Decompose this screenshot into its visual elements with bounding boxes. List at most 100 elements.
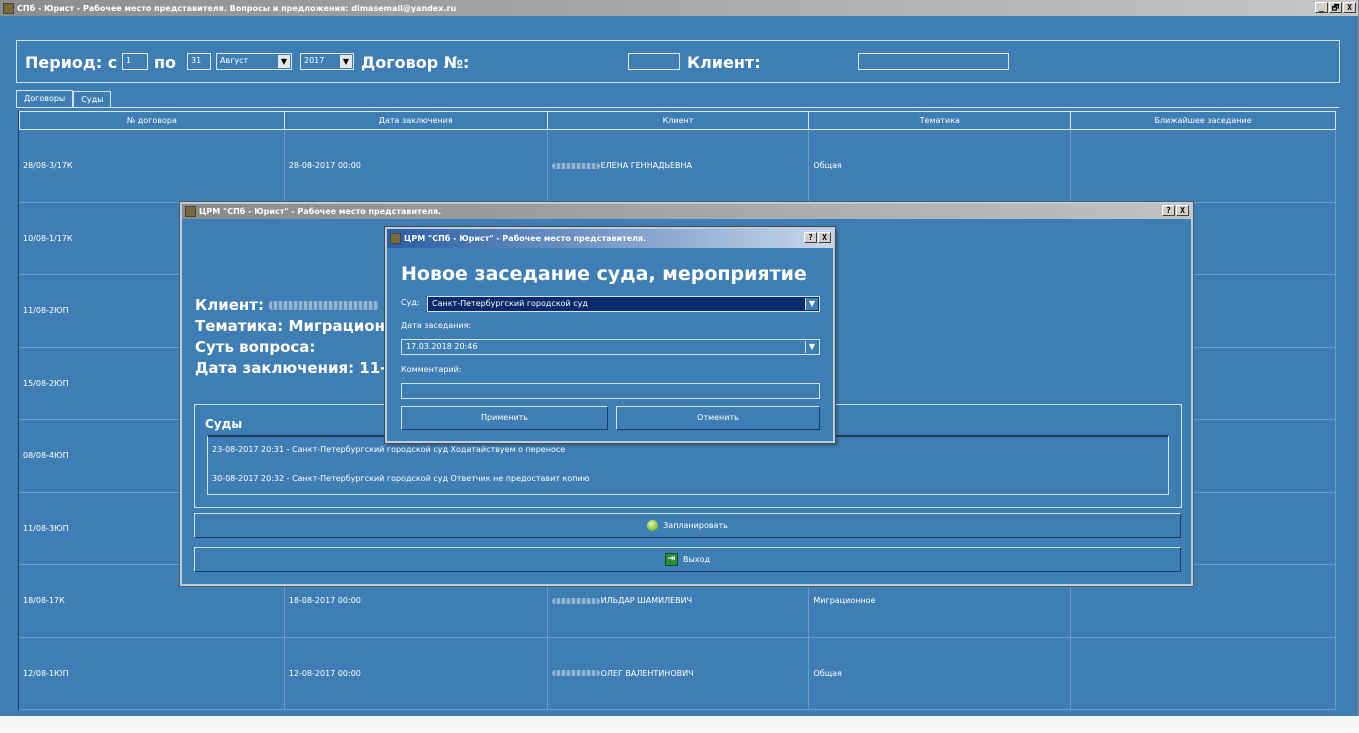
main-window-title: СПб - Юрист - Рабочее место представител… — [17, 3, 457, 13]
month-select[interactable]: Август ▼ — [216, 53, 292, 70]
session-date-picker[interactable]: 17.03.2018 20:46 ▼ — [401, 339, 820, 355]
app-icon — [3, 2, 14, 14]
year-select[interactable]: 2017 ▼ — [300, 53, 354, 70]
period-from-label: Период: с — [25, 53, 118, 72]
cell-number-text: 28/08-3/17К — [23, 161, 73, 171]
cell-client[interactable]: ОЛЕГ ВАЛЕНТИНОВИЧ — [548, 637, 810, 709]
dialog1-titlebar[interactable]: ЦРМ "СПб - Юрист" - Рабочее место предст… — [182, 204, 1191, 219]
exit-button-label: Выход — [683, 555, 710, 564]
day-from-input[interactable]: 1 — [122, 53, 148, 70]
cell-client-text: ИЛЬДАР ШАМИЛЕВИЧ — [600, 596, 693, 606]
cell-topic-text: Общая — [813, 161, 842, 171]
court-label: Суд: — [401, 298, 420, 307]
dialog2-title: ЦРМ "СПб - Юрист" - Рабочее место предст… — [404, 234, 647, 243]
exit-icon: ⇥ — [665, 553, 679, 566]
comment-input[interactable] — [401, 383, 820, 399]
cell-client-text: ОЛЕГ ВАЛЕНТИНОВИЧ — [600, 668, 694, 678]
main-window: СПб - Юрист - Рабочее место представител… — [0, 0, 1359, 716]
redacted-surname — [551, 162, 600, 169]
cell-topic-text: Миграционное — [813, 596, 876, 606]
cell-topic[interactable]: Общая — [809, 637, 1072, 709]
period-to-label: по — [154, 53, 177, 72]
cell-date[interactable]: 28-08-2017 00:00 — [285, 130, 548, 202]
cell-date-text: 12-08-2017 00:00 — [288, 668, 361, 678]
tab-contracts[interactable]: Договоры — [16, 90, 74, 108]
dialog2-titlebar[interactable]: ЦРМ "СПб - Юрист" - Рабочее место предст… — [387, 229, 833, 248]
dialog1-close-button[interactable]: X — [1176, 205, 1189, 216]
cell-next-session[interactable] — [1071, 130, 1336, 202]
new-session-dialog: ЦРМ "СПб - Юрист" - Рабочее место предст… — [385, 227, 835, 443]
session-date-label: Дата заседания: — [401, 321, 472, 330]
cell-number-text: 08/08-4ЮП — [23, 451, 69, 461]
month-select-value: Август — [220, 56, 249, 65]
court-list-item[interactable]: 23-08-2017 20:31 - Санкт-Петербургский г… — [212, 445, 565, 454]
cell-topic[interactable]: Общая — [809, 130, 1072, 202]
comment-label: Комментарий: — [401, 365, 462, 374]
topic-info: Тематика: Миграцион — [195, 317, 385, 335]
plan-icon — [647, 520, 659, 531]
column-header-date[interactable]: Дата заключения — [284, 111, 548, 130]
cell-number-text: 18/08-17К — [23, 596, 65, 606]
plan-button-label: Запланировать — [663, 521, 728, 530]
cell-client[interactable]: ЕЛЕНА ГЕННАДЬЕВНА — [548, 130, 810, 202]
client-label: Клиент: — [687, 53, 761, 72]
close-button[interactable]: X — [1343, 2, 1356, 13]
table-row[interactable]: 12/08-1ЮП 12-08-2017 00:00 ОЛЕГ ВАЛЕНТИНОВ… — [19, 637, 1336, 710]
client-info: Клиент: — [195, 296, 380, 314]
court-select[interactable]: Санкт-Петербургский городской суд ▼ — [427, 296, 820, 312]
cell-next-session[interactable] — [1071, 637, 1336, 709]
table-row[interactable]: 28/08-3/17К 28-08-2017 00:00 ЕЛЕНА ГЕННАДЬ… — [19, 130, 1336, 203]
cell-number-text: 12/08-1ЮП — [23, 668, 69, 678]
date-info: Дата заключения: 11- — [195, 359, 387, 377]
courts-title: Суды — [205, 417, 243, 431]
plan-button[interactable]: Запланировать — [194, 513, 1181, 538]
column-header-topic[interactable]: Тематика — [809, 111, 1072, 130]
exit-button[interactable]: ⇥ Выход — [194, 547, 1181, 572]
bottom-strip — [0, 716, 1359, 733]
session-date-value: 17.03.2018 20:46 — [406, 342, 478, 351]
main-titlebar[interactable]: СПб - Юрист - Рабочее место представител… — [0, 0, 1358, 16]
client-info-label: Клиент: — [195, 296, 264, 314]
question-info: Суть вопроса: — [195, 338, 316, 356]
contract-input[interactable] — [628, 53, 680, 70]
column-header-client[interactable]: Клиент — [547, 111, 810, 130]
maximize-button[interactable]: 🗗 — [1329, 2, 1342, 13]
cell-date-text: 28-08-2017 00:00 — [288, 161, 361, 171]
app-icon — [185, 206, 196, 217]
cell-number-text: 15/08-2ЮП — [23, 378, 69, 388]
court-select-value: Санкт-Петербургский городской суд — [432, 299, 588, 308]
grid-header: № договора Дата заключения Клиент Темати… — [19, 111, 1336, 130]
courts-list[interactable]: 23-08-2017 20:31 - Санкт-Петербургский г… — [207, 435, 1169, 495]
cell-number-text: 10/08-1/17К — [23, 233, 73, 243]
year-select-value: 2017 — [304, 56, 325, 65]
client-input[interactable] — [858, 53, 1009, 70]
redacted-client-name — [269, 301, 380, 310]
cancel-button[interactable]: Отменить — [616, 406, 820, 430]
cell-number-text: 11/08-3ЮП — [23, 523, 69, 533]
chevron-down-icon: ▼ — [278, 55, 290, 68]
cell-client-text: ЕЛЕНА ГЕННАДЬЕВНА — [600, 161, 692, 171]
day-to-input[interactable]: 31 — [187, 53, 211, 70]
minimize-button[interactable]: _ — [1315, 2, 1328, 13]
dialog1-title: ЦРМ "СПб - Юрист" - Рабочее место предст… — [199, 207, 442, 216]
cell-date[interactable]: 12-08-2017 00:00 — [285, 637, 548, 709]
cell-topic-text: Общая — [813, 668, 842, 678]
redacted-surname — [551, 670, 600, 677]
dialog2-close-button[interactable]: X — [818, 232, 831, 243]
column-header-number[interactable]: № договора — [19, 111, 285, 130]
cell-date-text: 18-08-2017 00:00 — [288, 596, 361, 606]
chevron-down-icon: ▼ — [805, 298, 818, 310]
tab-courts[interactable]: Суды — [73, 91, 112, 108]
cell-number-text: 11/08-2ЮП — [23, 306, 69, 316]
apply-button[interactable]: Применить — [401, 406, 608, 430]
app-icon — [390, 233, 401, 244]
help-button[interactable]: ? — [804, 232, 817, 243]
court-list-item[interactable]: 30-08-2017 20:32 - Санкт-Петербургский г… — [212, 474, 589, 483]
help-button[interactable]: ? — [1162, 205, 1175, 216]
cell-number[interactable]: 12/08-1ЮП — [19, 637, 285, 709]
new-session-heading: Новое заседание суда, мероприятие — [401, 263, 807, 285]
cell-number[interactable]: 28/08-3/17К — [19, 130, 285, 202]
tab-divider — [16, 107, 1339, 108]
column-header-next-session[interactable]: Ближайшее заседание — [1071, 111, 1336, 130]
contract-label: Договор №: — [361, 53, 470, 72]
